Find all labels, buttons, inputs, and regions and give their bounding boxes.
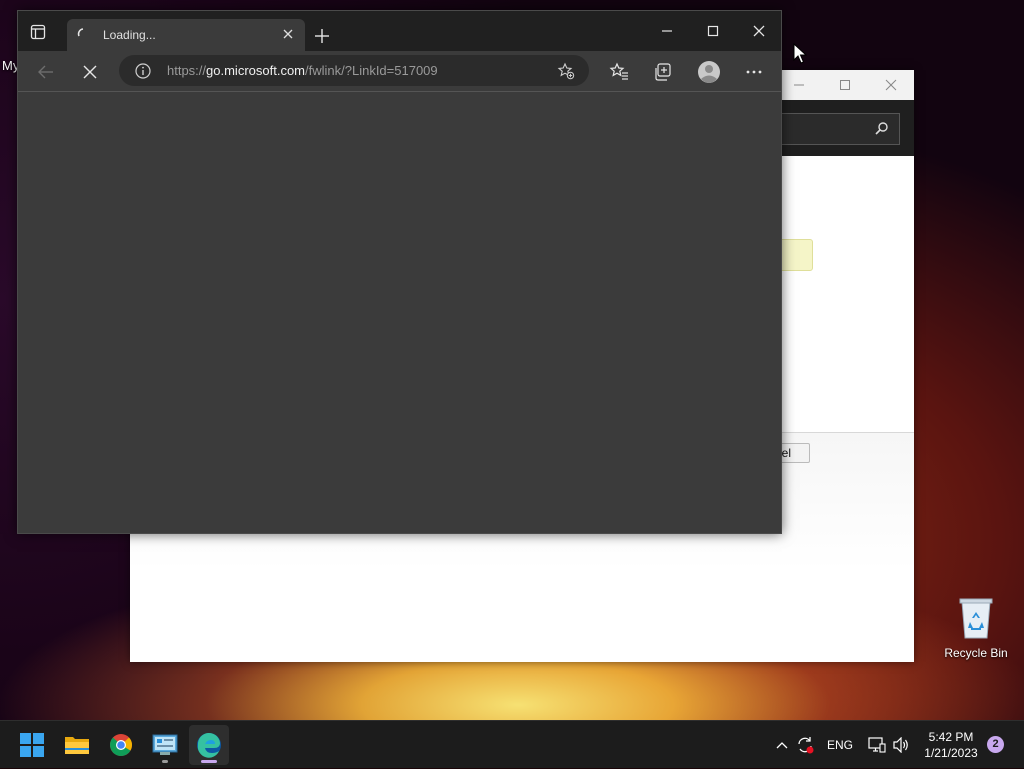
volume-icon[interactable] xyxy=(890,721,912,769)
control-panel-taskbar-button[interactable] xyxy=(145,725,185,765)
loading-spinner-icon xyxy=(77,28,84,37)
mouse-cursor-icon xyxy=(793,43,807,64)
tab-actions-icon[interactable] xyxy=(30,24,46,40)
maximize-icon[interactable] xyxy=(690,11,736,51)
windows-logo-icon xyxy=(20,733,44,757)
collections-icon[interactable] xyxy=(650,59,676,85)
folder-icon xyxy=(65,737,89,754)
start-button[interactable] xyxy=(12,725,52,765)
url-host: go.microsoft.com xyxy=(206,63,306,78)
minimize-icon[interactable] xyxy=(776,70,822,100)
clock-date: 1/21/2023 xyxy=(924,746,978,760)
running-indicator xyxy=(162,760,168,763)
chrome-icon xyxy=(110,734,132,756)
sync-icon[interactable] xyxy=(794,721,816,769)
chrome-taskbar-button[interactable] xyxy=(101,725,141,765)
tab-loading[interactable]: Loading... xyxy=(67,19,305,51)
control-panel-icon xyxy=(152,734,178,755)
recycle-bin-desktop-icon[interactable]: Recycle Bin xyxy=(940,596,1012,660)
address-bar[interactable]: https://go.microsoft.com/fwlink/?LinkId=… xyxy=(119,55,589,86)
show-hidden-icons-chevron-icon[interactable] xyxy=(772,721,792,769)
browser-toolbar: https://go.microsoft.com/fwlink/?LinkId=… xyxy=(18,51,781,92)
address-url[interactable]: https://go.microsoft.com/fwlink/?LinkId=… xyxy=(167,63,438,78)
close-icon[interactable] xyxy=(736,11,782,51)
tab-close-icon[interactable] xyxy=(279,25,297,43)
language-indicator[interactable]: ENG xyxy=(824,721,856,769)
recycle-bin-label: Recycle Bin xyxy=(944,646,1008,660)
taskbar: ENG 5:42 PM 1/21/2023 xyxy=(0,720,1024,768)
cancel-button-label: el xyxy=(781,446,791,460)
add-favorite-icon[interactable] xyxy=(557,62,575,80)
url-scheme: https:// xyxy=(167,63,207,78)
file-explorer-taskbar-button[interactable] xyxy=(57,725,97,765)
stop-loading-icon[interactable] xyxy=(77,59,103,85)
network-icon[interactable] xyxy=(866,721,888,769)
close-icon[interactable] xyxy=(868,70,914,100)
back-icon[interactable] xyxy=(33,59,59,85)
active-indicator xyxy=(201,760,217,763)
maximize-icon[interactable] xyxy=(822,70,868,100)
site-info-icon[interactable] xyxy=(135,63,151,79)
profile-icon[interactable] xyxy=(696,59,722,85)
clock-time: 5:42 PM xyxy=(928,730,974,744)
minimize-icon[interactable] xyxy=(644,11,690,51)
tab-title: Loading... xyxy=(103,28,156,42)
page-content-loading[interactable] xyxy=(18,92,781,533)
tab-strip[interactable]: Loading... xyxy=(18,11,781,51)
edge-icon xyxy=(197,732,221,758)
system-clock[interactable]: 5:42 PM 1/21/2023 xyxy=(914,729,988,761)
more-icon[interactable] xyxy=(741,59,767,85)
new-tab-icon[interactable] xyxy=(310,24,334,48)
search-icon[interactable] xyxy=(875,121,889,135)
favorites-icon[interactable] xyxy=(606,59,632,85)
edge-browser-window[interactable]: Loading... https://go.microsoft.com/fwli… xyxy=(17,10,782,534)
notification-badge[interactable]: 2 xyxy=(987,736,1004,753)
recycle-bin-icon xyxy=(958,596,994,640)
url-path: /fwlink/?LinkId=517009 xyxy=(305,63,438,78)
edge-taskbar-button[interactable] xyxy=(189,725,229,765)
